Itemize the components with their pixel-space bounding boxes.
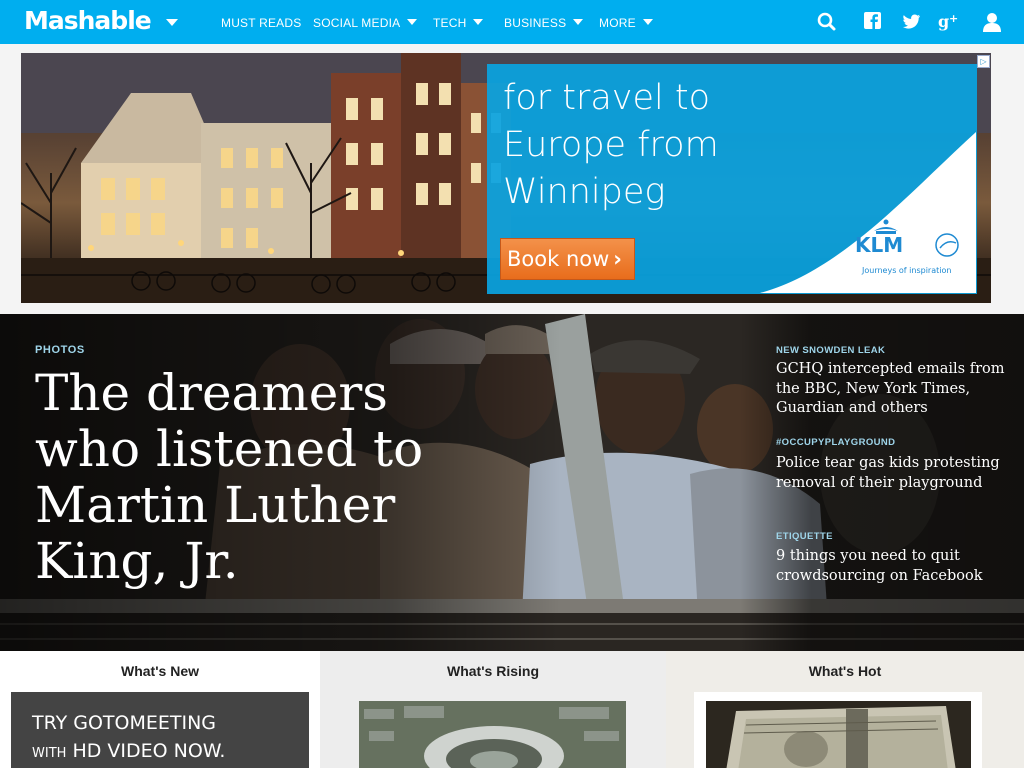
chevron-right-icon: ›	[613, 247, 622, 271]
nav-item-tech[interactable]: TECH	[433, 16, 484, 30]
column-heading[interactable]: What's New	[0, 663, 320, 679]
chevron-down-icon	[407, 19, 418, 25]
side-story-category[interactable]: ETIQUETTE	[776, 531, 833, 542]
top-navigation: Mashable MUST READS SOCIAL MEDIA TECH BU…	[0, 0, 1024, 44]
nav-item-business[interactable]: BUSINESS	[504, 16, 584, 30]
svg-text:+: +	[949, 12, 958, 25]
column-heading[interactable]: What's Rising	[320, 663, 666, 679]
book-now-button[interactable]: Book now ›	[500, 238, 635, 280]
hero-category[interactable]: PHOTOS	[35, 344, 85, 356]
klm-tagline: Journeys of inspiration	[862, 266, 952, 275]
klm-logo: KLM	[855, 219, 959, 257]
side-story-category[interactable]: NEW SNOWDEN LEAK	[776, 345, 885, 356]
google-plus-icon[interactable]: g +	[937, 10, 961, 34]
nav-item-label: SOCIAL MEDIA	[313, 16, 401, 30]
side-story-headline[interactable]: GCHQ intercepted emails from the BBC, Ne…	[776, 360, 1011, 419]
money-stack-image	[706, 701, 971, 768]
gotomeeting-promo[interactable]: TRY GOTOMEETING WITH HD VIDEO NOW.	[11, 692, 309, 768]
promo-line-1: TRY GOTOMEETING	[32, 712, 217, 734]
facebook-icon[interactable]	[862, 10, 886, 34]
nav-item-label: MORE	[599, 16, 636, 30]
hot-story-thumbnail[interactable]	[706, 701, 971, 768]
column-whats-new: What's New TRY GOTOMEETING WITH HD VIDEO…	[0, 651, 320, 768]
chevron-down-icon	[573, 19, 584, 25]
chevron-down-icon	[473, 19, 484, 25]
svg-text:g: g	[938, 12, 949, 31]
klm-wordmark: KLM	[855, 233, 903, 257]
search-icon[interactable]	[815, 10, 839, 34]
user-icon[interactable]	[980, 10, 1004, 34]
promo-line-2-small: WITH	[32, 746, 67, 761]
column-whats-hot: What's Hot	[666, 651, 1024, 768]
logo-chevron-down-icon[interactable]	[166, 19, 178, 26]
rising-story-thumbnail[interactable]	[359, 701, 626, 768]
chevron-down-icon	[642, 19, 653, 25]
mashable-logo[interactable]: Mashable	[24, 6, 152, 35]
nav-item-label: TECH	[433, 16, 467, 30]
hero-headline[interactable]: The dreamers who listened to Martin Luth…	[35, 365, 495, 589]
side-story-headline[interactable]: Police tear gas kids protesting removal …	[776, 454, 1011, 493]
nav-item-label: MUST READS	[221, 16, 302, 30]
twitter-icon[interactable]	[900, 10, 924, 34]
nav-item-more[interactable]: MORE	[599, 16, 653, 30]
nav-item-social-media[interactable]: SOCIAL MEDIA	[313, 16, 418, 30]
gchq-building-image	[359, 701, 626, 768]
book-now-label: Book now	[507, 247, 610, 271]
nav-item-label: BUSINESS	[504, 16, 567, 30]
ad-choices-icon[interactable]: ▷	[977, 55, 990, 68]
promo-line-2-main: HD VIDEO NOW.	[72, 740, 226, 762]
column-whats-rising: What's Rising	[320, 651, 666, 768]
side-story-category[interactable]: #OCCUPYPLAYGROUND	[776, 437, 895, 448]
nav-item-must-reads[interactable]: MUST READS	[221, 16, 301, 30]
side-story-headline[interactable]: 9 things you need to quit crowdsourcing …	[776, 547, 1011, 586]
column-heading[interactable]: What's Hot	[666, 663, 1024, 679]
promo-line-2: WITH HD VIDEO NOW.	[32, 737, 309, 768]
